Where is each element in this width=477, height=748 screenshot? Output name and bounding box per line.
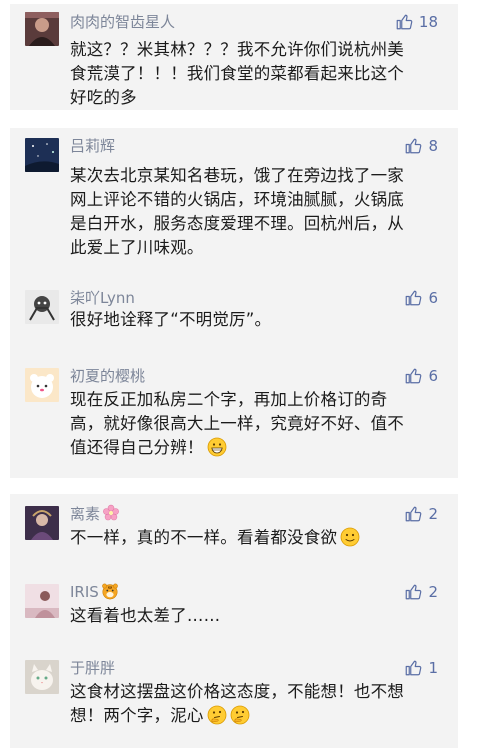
like-count: 8: [428, 137, 438, 155]
comment-text: 这食材这摆盘这价格这态度，不能想！也不想 想！两个字，泥心: [70, 680, 445, 728]
comment-line-with-emoji: 想！两个字，泥心: [70, 704, 445, 728]
user-name[interactable]: 于胖胖: [70, 658, 115, 678]
like-count: 6: [428, 367, 438, 385]
user-avatar[interactable]: [25, 290, 59, 324]
like-button[interactable]: 18: [395, 12, 438, 32]
user-name[interactable]: IRIS: [70, 582, 119, 602]
comment-text: 某次去北京某知名巷玩，饿了在旁边找了一家 网上评论不错的火锅店，环境油腻腻，火锅…: [70, 164, 445, 260]
user-name[interactable]: 肉肉的智齿星人: [70, 12, 175, 32]
comment-line: 想！两个字，泥心: [70, 706, 204, 725]
user-avatar[interactable]: [25, 506, 59, 540]
comment-text: 不一样，真的不一样。看着都没食欲: [70, 526, 445, 550]
user-avatar[interactable]: [25, 138, 59, 172]
thinking-emoji-icon: [207, 705, 227, 725]
thumbs-up-icon: [406, 138, 422, 154]
comment-line: 此爱上了川味观。: [70, 238, 204, 257]
like-count: 18: [418, 13, 438, 31]
comment-line-with-emoji: 值还得自己分辨！: [70, 436, 445, 460]
like-button[interactable]: 6: [404, 366, 438, 386]
user-name[interactable]: 柒吖Lynn: [70, 288, 135, 308]
like-button[interactable]: 8: [404, 136, 438, 156]
like-count: 1: [428, 659, 438, 677]
comment-line: 是白开水，服务态度爱理不理。回杭州后，从: [70, 214, 404, 233]
comment-line: 这食材这摆盘这价格这态度，不能想！也不想: [70, 682, 404, 701]
comment-line: 网上评论不错的火锅店，环境油腻腻，火锅底: [70, 190, 404, 209]
user-name-text: 离素: [70, 505, 101, 523]
comment-block-2: 吕莉辉 8 某次去北京某知名巷玩，饿了在旁边找了一家 网上评论不错的火锅店，环境…: [10, 128, 458, 478]
user-name-text: IRIS: [70, 583, 99, 601]
thumbs-up-icon: [406, 506, 422, 522]
user-name[interactable]: 初夏的樱桃: [70, 366, 145, 386]
user-avatar[interactable]: [25, 12, 59, 46]
user-name[interactable]: 离素: [70, 504, 120, 524]
comment-line: 现在反正加私房二个字，再加上价格订的奇: [70, 390, 388, 409]
comment-line: 这看着也太差了……: [70, 606, 221, 625]
like-button[interactable]: 6: [404, 288, 438, 308]
comment-line: 食荒漠了！！！我们食堂的菜都看起来比这个: [70, 64, 404, 83]
thumbs-up-icon: [406, 660, 422, 676]
slight-smile-emoji-icon: [340, 527, 360, 547]
thumbs-up-icon: [406, 368, 422, 384]
comment-line: 某次去北京某知名巷玩，饿了在旁边找了一家: [70, 166, 404, 185]
user-avatar[interactable]: [25, 368, 59, 402]
comment-line: 值还得自己分辨！: [70, 438, 204, 457]
like-button[interactable]: 2: [404, 504, 438, 524]
like-count: 2: [428, 583, 438, 601]
user-avatar[interactable]: [25, 584, 59, 618]
thumbs-up-icon: [396, 14, 413, 30]
comment-line: 不一样，真的不一样。看着都没食欲: [70, 528, 338, 547]
like-button[interactable]: 1: [404, 658, 438, 678]
thumbs-up-icon: [406, 290, 422, 306]
comment-block-3: 离素 2 不一样，真的不一样。看着都没食欲 IRIS 2 这看着也太差了…… 于…: [10, 494, 458, 748]
like-count: 6: [428, 289, 438, 307]
comment-line: 就这？？米其林？？？我不允许你们说杭州美: [70, 40, 404, 59]
comment-line: 很好地诠释了“不明觉厉”。: [70, 310, 272, 329]
user-name[interactable]: 吕莉辉: [70, 136, 115, 156]
comment-text: 这看着也太差了……: [70, 604, 445, 628]
cherry-blossom-icon: [103, 504, 119, 521]
comment-text: 现在反正加私房二个字，再加上价格订的奇 高，就好像很高大上一样，究竟好不好、值不…: [70, 388, 445, 460]
comment-text: 就这？？米其林？？？我不允许你们说杭州美 食荒漠了！！！我们食堂的菜都看起来比这…: [70, 38, 445, 110]
like-count: 2: [428, 505, 438, 523]
comment-line: 高，就好像很高大上一样，究竟好不好、值不: [70, 414, 404, 433]
comment-line-with-emoji: 不一样，真的不一样。看着都没食欲: [70, 526, 445, 550]
like-button[interactable]: 2: [404, 582, 438, 602]
thumbs-up-icon: [406, 584, 422, 600]
comment-text: 很好地诠释了“不明觉厉”。: [70, 308, 445, 332]
comment-block-1: 肉肉的智齿星人 18 就这？？米其林？？？我不允许你们说杭州美 食荒漠了！！！我…: [10, 4, 458, 110]
comment-line: 好吃的多: [70, 88, 137, 107]
tiger-icon: [101, 583, 118, 600]
user-avatar[interactable]: [25, 660, 59, 694]
grin-emoji-icon: [207, 437, 227, 457]
thinking-emoji-icon: [230, 705, 250, 725]
